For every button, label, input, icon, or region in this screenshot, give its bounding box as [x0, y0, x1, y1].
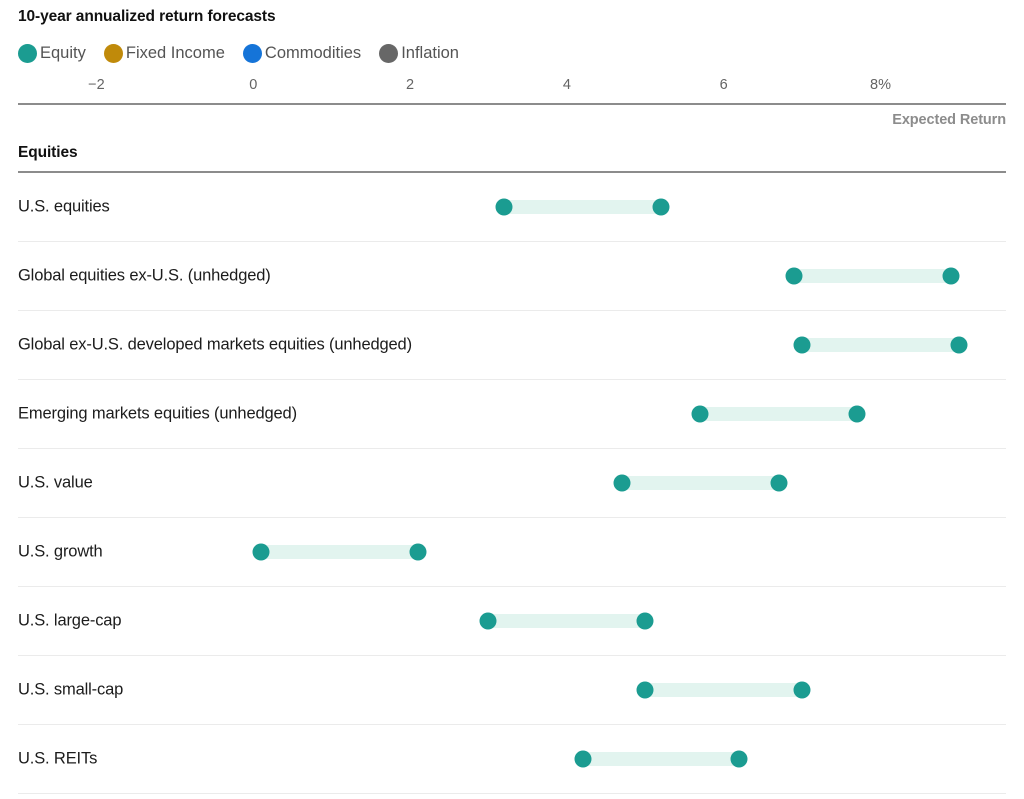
- row-plot: [18, 449, 1006, 517]
- range-dot-high[interactable]: [794, 682, 811, 699]
- chart-row[interactable]: Global ex-U.S. developed markets equitie…: [18, 311, 1006, 379]
- range-dot-high[interactable]: [409, 544, 426, 561]
- range-track: [802, 338, 959, 352]
- chart-legend: Equity Fixed Income Commodities Inflation: [18, 41, 1006, 65]
- axis-caption: Expected Return: [892, 112, 1006, 128]
- range-dot-high[interactable]: [849, 406, 866, 423]
- range-track: [583, 752, 740, 766]
- range-dot-low[interactable]: [637, 682, 654, 699]
- range-dot-low[interactable]: [574, 751, 591, 768]
- x-axis-ticks: −2 0 2 4 6 8%: [18, 77, 1006, 103]
- legend-item-equity[interactable]: Equity: [18, 44, 86, 63]
- legend-item-inflation[interactable]: Inflation: [379, 44, 459, 63]
- row-plot: [18, 380, 1006, 448]
- range-dot-low[interactable]: [613, 475, 630, 492]
- range-dot-high[interactable]: [731, 751, 748, 768]
- legend-dot-icon: [379, 44, 398, 63]
- range-dot-low[interactable]: [480, 613, 497, 630]
- chart-row[interactable]: Emerging markets equities (unhedged): [18, 380, 1006, 448]
- chart-row[interactable]: U.S. REITs: [18, 725, 1006, 793]
- range-dot-low[interactable]: [794, 337, 811, 354]
- x-axis-tick-label: 6: [720, 77, 728, 93]
- legend-item-commodities[interactable]: Commodities: [243, 44, 361, 63]
- x-axis-tick-label: 2: [406, 77, 414, 93]
- range-track: [700, 407, 857, 421]
- legend-dot-icon: [243, 44, 262, 63]
- section-header-equities: Equities: [18, 135, 1006, 171]
- legend-item-fixed-income[interactable]: Fixed Income: [104, 44, 225, 63]
- chart-row[interactable]: U.S. equities: [18, 173, 1006, 241]
- range-track: [645, 683, 802, 697]
- expected-return-caption-row: Expected Return: [18, 105, 1006, 135]
- row-plot: [18, 518, 1006, 586]
- legend-item-label: Inflation: [401, 44, 459, 63]
- legend-item-label: Fixed Income: [126, 44, 225, 63]
- range-dot-low[interactable]: [692, 406, 709, 423]
- row-divider: [18, 793, 1006, 794]
- row-plot: [18, 311, 1006, 379]
- range-track: [622, 476, 779, 490]
- range-dot-low[interactable]: [253, 544, 270, 561]
- chart-row[interactable]: U.S. small-cap: [18, 656, 1006, 724]
- range-track: [794, 269, 951, 283]
- range-track: [504, 200, 661, 214]
- range-dot-high[interactable]: [950, 337, 967, 354]
- legend-dot-icon: [18, 44, 37, 63]
- range-dot-low[interactable]: [496, 199, 513, 216]
- chart-rows: U.S. equitiesGlobal equities ex-U.S. (un…: [18, 173, 1006, 794]
- range-dot-high[interactable]: [770, 475, 787, 492]
- row-plot: [18, 656, 1006, 724]
- range-dot-high[interactable]: [637, 613, 654, 630]
- range-dot-low[interactable]: [786, 268, 803, 285]
- chart-row[interactable]: U.S. large-cap: [18, 587, 1006, 655]
- legend-item-label: Commodities: [265, 44, 361, 63]
- x-axis-tick-label: 0: [249, 77, 257, 93]
- range-track: [261, 545, 418, 559]
- chart-row[interactable]: Global equities ex-U.S. (unhedged): [18, 242, 1006, 310]
- row-plot: [18, 173, 1006, 241]
- chart-row[interactable]: U.S. value: [18, 449, 1006, 517]
- legend-dot-icon: [104, 44, 123, 63]
- range-dot-high[interactable]: [943, 268, 960, 285]
- legend-item-label: Equity: [40, 44, 86, 63]
- row-plot: [18, 587, 1006, 655]
- range-track: [488, 614, 645, 628]
- x-axis-tick-label: 4: [563, 77, 571, 93]
- x-axis-tick-label: 8%: [870, 77, 891, 93]
- range-dot-high[interactable]: [652, 199, 669, 216]
- row-plot: [18, 725, 1006, 793]
- page-title: 10-year annualized return forecasts: [18, 0, 1006, 27]
- chart-container: 10-year annualized return forecasts Equi…: [0, 0, 1024, 799]
- chart-row[interactable]: U.S. growth: [18, 518, 1006, 586]
- row-plot: [18, 242, 1006, 310]
- x-axis-tick-label: −2: [88, 77, 105, 93]
